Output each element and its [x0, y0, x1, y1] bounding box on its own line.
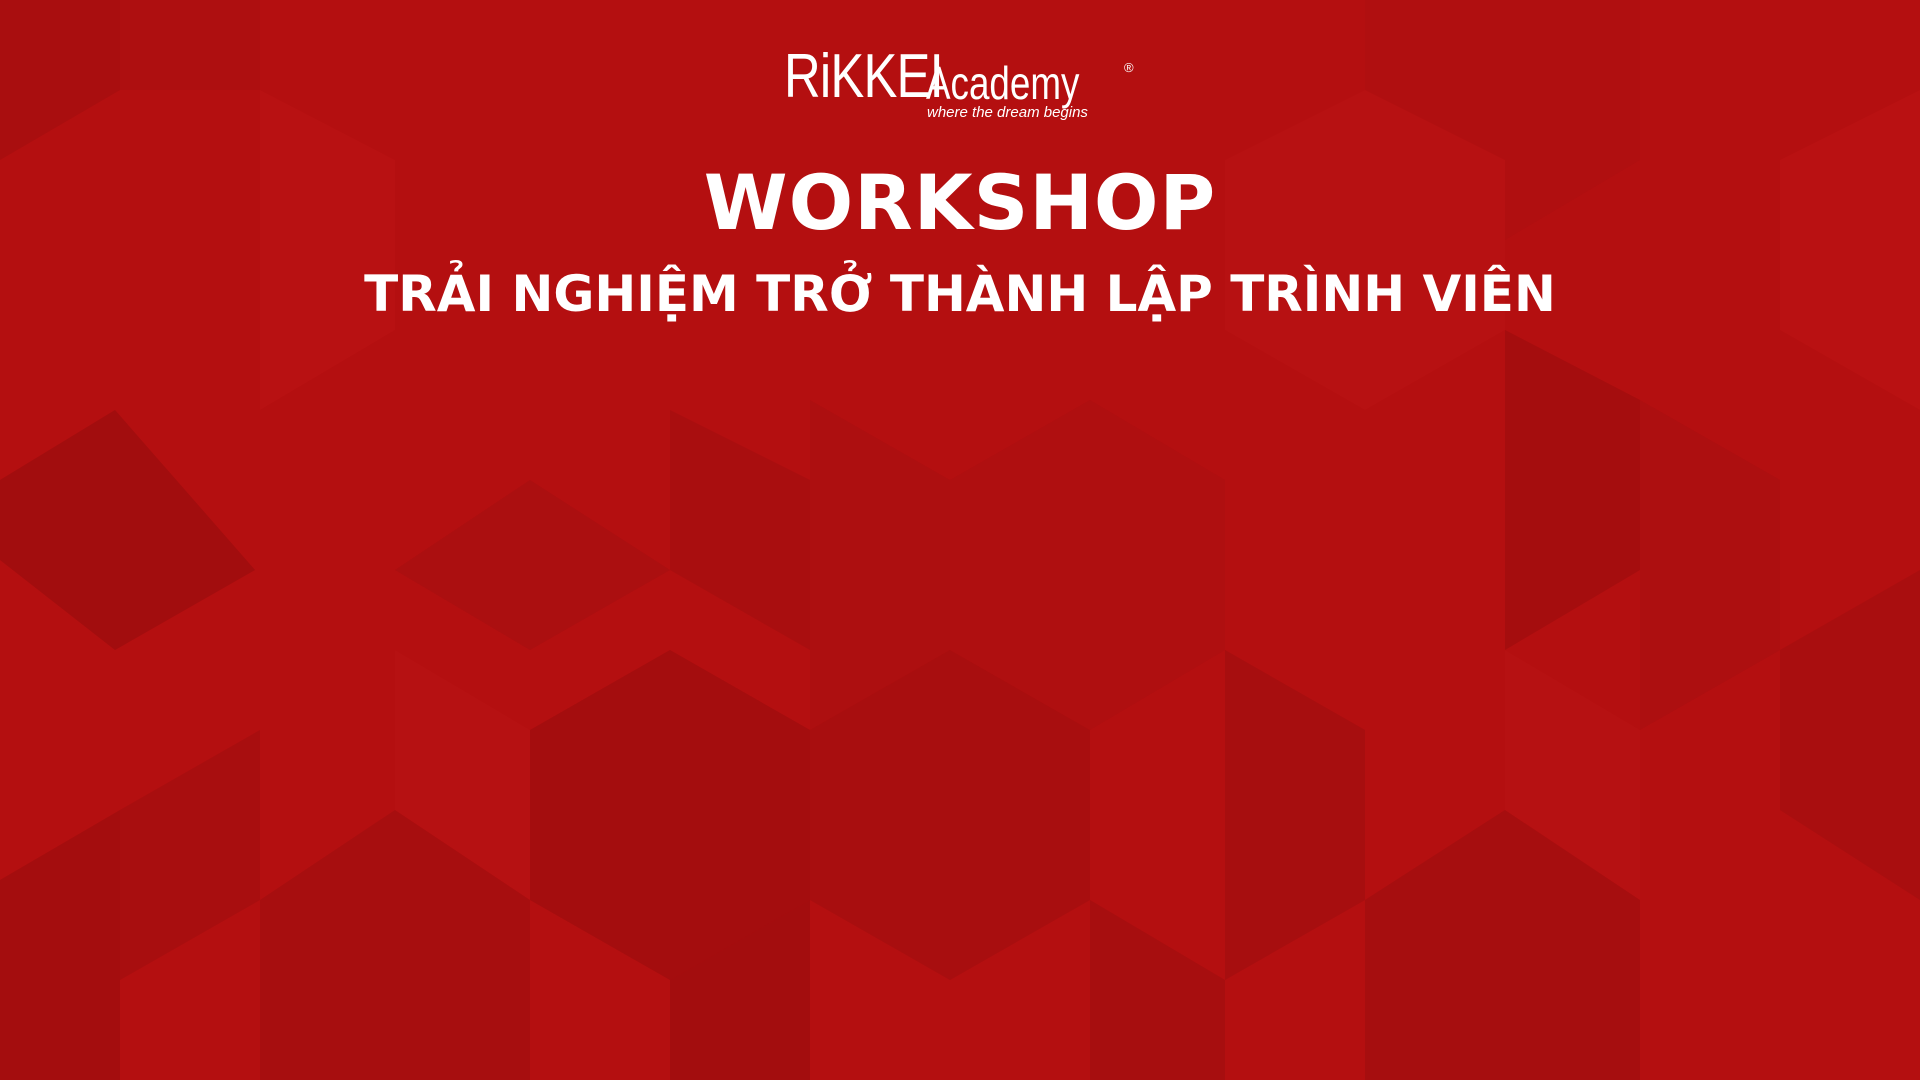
logo-tagline: where the dream begins [927, 104, 1088, 121]
page-subtitle: TRẢI NGHIỆM TRỞ THÀNH LẬP TRÌNH VIÊN [364, 265, 1556, 323]
rikkei-academy-logo: RiKKEI Academy ® where the dream begins [784, 44, 1144, 124]
logo-wordmark: RiKKEI [784, 42, 944, 111]
page-title: WORKSHOP [703, 158, 1217, 247]
logo-academy-text: Academy [926, 57, 1080, 109]
registered-mark: ® [1124, 60, 1134, 75]
